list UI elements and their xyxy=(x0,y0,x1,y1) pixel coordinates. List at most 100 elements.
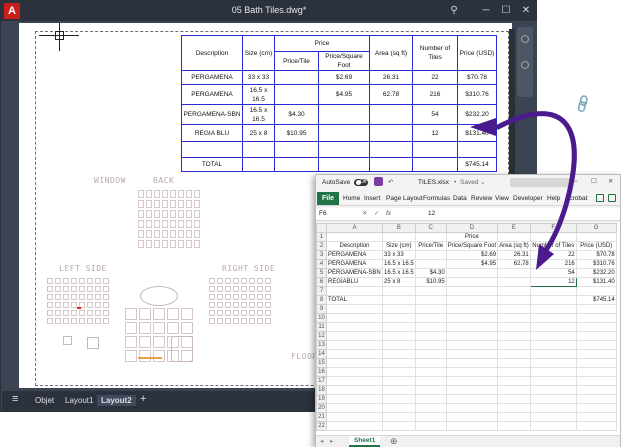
row-header[interactable]: 20 xyxy=(316,403,327,413)
row-header[interactable]: 15 xyxy=(316,358,327,368)
cell[interactable] xyxy=(497,421,531,431)
row-header[interactable]: 11 xyxy=(316,322,327,332)
cell[interactable] xyxy=(575,313,617,323)
prev-sheet-icon[interactable]: ◂ xyxy=(320,437,323,445)
cell[interactable] xyxy=(382,313,416,323)
cell[interactable]: PERGAMENA-SBN xyxy=(326,268,383,278)
cad-cell-desc[interactable]: REGIA BLU xyxy=(181,124,243,142)
cell[interactable] xyxy=(382,385,416,395)
tab-page-layout[interactable]: Page Layout xyxy=(386,195,423,202)
cad-cell-psqft[interactable]: $2.69 xyxy=(318,70,370,85)
cad-table-row[interactable]: PERGAMENA 16.5 x 16.5 $4.95 62.78 216 $310.76 xyxy=(181,84,497,105)
formula-input[interactable]: 12 xyxy=(428,210,435,217)
cell[interactable]: $2.69 xyxy=(445,250,499,260)
cell[interactable] xyxy=(575,304,617,314)
maximize-icon[interactable]: ☐ xyxy=(499,4,513,18)
cad-cell-num[interactable] xyxy=(412,157,458,172)
cell[interactable] xyxy=(575,331,617,341)
search-box[interactable] xyxy=(510,178,570,187)
row-header[interactable]: 18 xyxy=(316,385,327,395)
cad-cell-psqft[interactable] xyxy=(318,141,370,158)
cell[interactable] xyxy=(575,358,617,368)
cell[interactable] xyxy=(529,313,577,323)
cell[interactable]: $4.30 xyxy=(414,268,447,278)
row-header[interactable]: 6 xyxy=(316,277,327,287)
cell[interactable] xyxy=(575,322,617,332)
cell[interactable] xyxy=(382,349,416,359)
cell[interactable] xyxy=(326,385,383,395)
cell[interactable] xyxy=(326,304,383,314)
cell[interactable] xyxy=(529,421,577,431)
cell[interactable] xyxy=(414,259,447,269)
row-header[interactable]: 21 xyxy=(316,412,327,422)
cell[interactable] xyxy=(529,331,577,341)
cell[interactable] xyxy=(497,340,531,350)
cell[interactable] xyxy=(445,304,499,314)
cell[interactable] xyxy=(326,331,383,341)
cell[interactable] xyxy=(382,331,416,341)
cell[interactable] xyxy=(445,412,499,422)
close-icon[interactable]: ✕ xyxy=(608,177,613,185)
cell[interactable] xyxy=(497,412,531,422)
cad-cell-size[interactable] xyxy=(242,141,275,158)
row-header[interactable]: 12 xyxy=(316,331,327,341)
cell[interactable] xyxy=(445,421,499,431)
cell[interactable] xyxy=(445,268,499,278)
column-header[interactable]: G xyxy=(575,223,617,233)
cell[interactable] xyxy=(326,286,383,296)
row-header[interactable]: 3 xyxy=(316,250,327,260)
row-header[interactable]: 2 xyxy=(316,241,327,251)
cell[interactable] xyxy=(445,367,499,377)
next-sheet-icon[interactable]: ▸ xyxy=(330,437,333,445)
cell[interactable] xyxy=(497,322,531,332)
tab-review[interactable]: Review xyxy=(471,195,492,202)
cell[interactable] xyxy=(497,313,531,323)
cell[interactable] xyxy=(414,295,447,305)
cell[interactable]: 33 x 33 xyxy=(382,250,416,260)
column-header[interactable]: D xyxy=(445,223,499,233)
cell[interactable] xyxy=(414,322,447,332)
cell[interactable] xyxy=(414,403,447,413)
cell[interactable] xyxy=(445,313,499,323)
cad-cell-ptile[interactable]: $10.95 xyxy=(274,124,319,142)
cell[interactable]: Size (cm) xyxy=(382,241,416,251)
cell[interactable] xyxy=(529,349,577,359)
cad-table-row[interactable]: TOTAL $745.14 xyxy=(181,157,497,172)
cad-cell-size[interactable]: 16.5 x 16.5 xyxy=(242,84,275,105)
tab-view[interactable]: View xyxy=(495,195,509,202)
fx-icon[interactable]: fx xyxy=(386,210,391,217)
minimize-icon[interactable]: ─ xyxy=(573,178,578,185)
column-header[interactable]: F xyxy=(529,223,577,233)
cell[interactable]: 16.5 x 16.5 xyxy=(382,259,416,269)
undo-icon[interactable]: ↶ xyxy=(388,178,393,186)
cad-cell-area[interactable] xyxy=(369,124,413,142)
cell[interactable] xyxy=(445,295,499,305)
cad-table-row[interactable]: REGIA BLU 25 x 8 $10.95 12 $131.40 xyxy=(181,124,497,142)
cell[interactable] xyxy=(497,304,531,314)
cad-cell-usd[interactable]: $232.20 xyxy=(457,104,497,125)
cell[interactable] xyxy=(529,376,577,386)
cell[interactable] xyxy=(414,313,447,323)
save-icon[interactable] xyxy=(374,177,383,186)
add-layout-button[interactable]: + xyxy=(140,393,146,405)
tab-data[interactable]: Data xyxy=(453,195,467,202)
cell[interactable]: Price xyxy=(445,232,499,242)
cad-cell-size[interactable]: 25 x 8 xyxy=(242,124,275,142)
cad-cell-desc[interactable]: PERGAMENA xyxy=(181,70,243,85)
cell[interactable]: 12 xyxy=(529,277,577,287)
column-header[interactable]: A xyxy=(326,223,383,233)
cell[interactable] xyxy=(575,385,617,395)
cell[interactable]: REGIABLU xyxy=(326,277,383,287)
column-header[interactable]: B xyxy=(382,223,416,233)
row-header[interactable]: 5 xyxy=(316,268,327,278)
cell[interactable] xyxy=(382,340,416,350)
cancel-icon[interactable]: ✕ xyxy=(362,209,367,217)
cell[interactable] xyxy=(529,403,577,413)
cad-cell-usd[interactable]: $745.14 xyxy=(457,157,497,172)
cell[interactable] xyxy=(326,358,383,368)
cad-cell-area[interactable] xyxy=(369,157,413,172)
enter-icon[interactable]: ✓ xyxy=(374,209,379,217)
cell[interactable] xyxy=(529,232,577,242)
add-sheet-button[interactable]: ⊕ xyxy=(390,436,398,447)
cell[interactable] xyxy=(575,394,617,404)
